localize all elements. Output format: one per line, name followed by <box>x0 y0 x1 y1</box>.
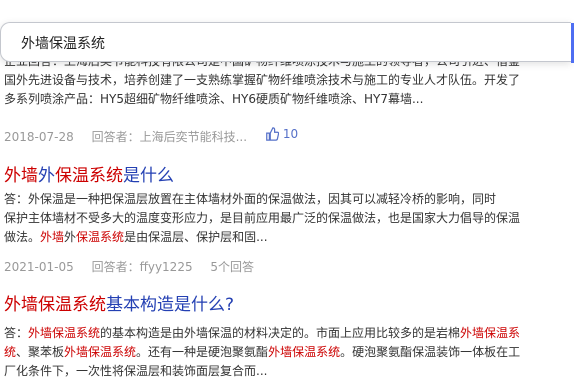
highlighted-text: 外墙 <box>40 230 65 244</box>
text-segment: 是由保温层、保护层和固... <box>124 230 268 244</box>
result-meta: 2018-07-28 回答者：上海后奕节能科技... 10 <box>0 124 330 144</box>
answer-count: 5个回答 <box>210 260 255 274</box>
text-segment: 的基本构造是由外墙保温的材料决定的。市面上应用比较多的是岩棉 <box>100 326 461 340</box>
highlighted-text: 保温系统 <box>55 166 123 186</box>
highlighted-text: 外墙保温系 <box>460 326 521 340</box>
snippet-line: 做法。外墙外保温系统是由保温层、保护层和固... <box>0 228 526 247</box>
highlighted-text: 保温系统 <box>76 230 125 244</box>
result-answerer: 回答者：ffyy1225 <box>91 260 193 274</box>
text-segment: 。还有一种是硬泡聚氨酯 <box>136 345 269 359</box>
text-segment: 外 <box>64 230 77 244</box>
snippet-line: 保护主体墙材不受多大的温度变形应力，是目前应用最广泛的保温做法，也是国家大力倡导… <box>0 209 526 228</box>
text-segment: 多系列喷涂产品：HY5超细矿物纤维喷涂、HY6硬质矿物纤维喷涂、HY7幕墙... <box>4 92 424 106</box>
result-answerer: 回答者：上海后奕节能科技... <box>91 130 248 144</box>
result-title-link[interactable]: 外墙外保温系统是什么 <box>0 164 574 188</box>
text-segment: 外 <box>38 166 55 186</box>
result-title-link[interactable]: 外墙保温系统基本构造是什么? <box>0 293 574 317</box>
text-segment: 答： <box>4 326 29 340</box>
text-segment: 、聚苯板 <box>16 345 65 359</box>
text-segment: 保护主体墙材不受多大的温度变形应力，是目前应用最广泛的保温做法，也是国家大力倡导… <box>4 211 521 225</box>
highlighted-text: 统 <box>4 345 17 359</box>
text-segment: 答：外保温是一种把保温层放置在主体墙材外面的保温做法，因其可以减轻冷桥的影响，同… <box>4 192 497 206</box>
result-item: 外墙保温系统基本构造是什么? 答：外墙保温系统的基本构造是由外墙保温的材料决定的… <box>0 293 574 378</box>
search-input[interactable] <box>19 23 543 63</box>
highlighted-text: 外墙保温系统 <box>268 345 341 359</box>
result-snippet: 答：外墙保温系统的基本构造是由外墙保温的材料决定的。市面上应用比较多的是岩棉外墙… <box>0 324 526 381</box>
text-segment: 基本构造是什么? <box>106 295 235 315</box>
text-segment: 厂化条件下，一次性将保温层和装饰面层复合而... <box>4 364 268 378</box>
snippet-line: 答：外保温是一种把保温层放置在主体墙材外面的保温做法，因其可以减轻冷桥的影响，同… <box>0 190 526 209</box>
text-segment: 国外先进设备与技术，培养创建了一支熟练掌握矿物纤维喷涂技术与施工的专业人才队伍。… <box>4 73 521 87</box>
thumbs-up-icon <box>265 127 279 141</box>
like-button[interactable]: 10 <box>265 124 312 144</box>
result-snippet: 答：外保温是一种把保温层放置在主体墙材外面的保温做法，因其可以减轻冷桥的影响，同… <box>0 190 526 247</box>
highlighted-text: 外墙 <box>4 166 38 186</box>
highlighted-text: 外墙保温系统 <box>4 295 106 315</box>
snippet-line: 国外先进设备与技术，培养创建了一支熟练掌握矿物纤维喷涂技术与施工的专业人才队伍。… <box>0 71 526 90</box>
result-item: 外墙外保温系统是什么 答：外保温是一种把保温层放置在主体墙材外面的保温做法，因其… <box>0 164 574 274</box>
text-segment: 是什么 <box>123 166 174 186</box>
snippet-line: 答：外墙保温系统的基本构造是由外墙保温的材料决定的。市面上应用比较多的是岩棉外墙… <box>0 324 526 343</box>
snippet-line: 统、聚苯板外墙保温系统。还有一种是硬泡聚氨酯外墙保温系统。硬泡聚氨酯保温装饰一体… <box>0 343 526 362</box>
snippet-line: 多系列喷涂产品：HY5超细矿物纤维喷涂、HY6硬质矿物纤维喷涂、HY7幕墙... <box>0 90 526 109</box>
search-bar <box>0 22 574 63</box>
highlighted-text: 外墙保温系统 <box>64 345 137 359</box>
result-meta: 2021-01-05 回答者：ffyy1225 5个回答 <box>0 257 272 277</box>
result-date: 2021-01-05 <box>4 260 74 274</box>
highlighted-text: 外墙保温系统 <box>28 326 101 340</box>
text-segment: 做法。 <box>4 230 41 244</box>
like-count: 10 <box>282 127 299 141</box>
text-segment: 。硬泡聚氨酯保温装饰一体板在工 <box>340 345 521 359</box>
result-date: 2018-07-28 <box>4 130 74 144</box>
snippet-line: 厂化条件下，一次性将保温层和装饰面层复合而... <box>0 362 526 381</box>
